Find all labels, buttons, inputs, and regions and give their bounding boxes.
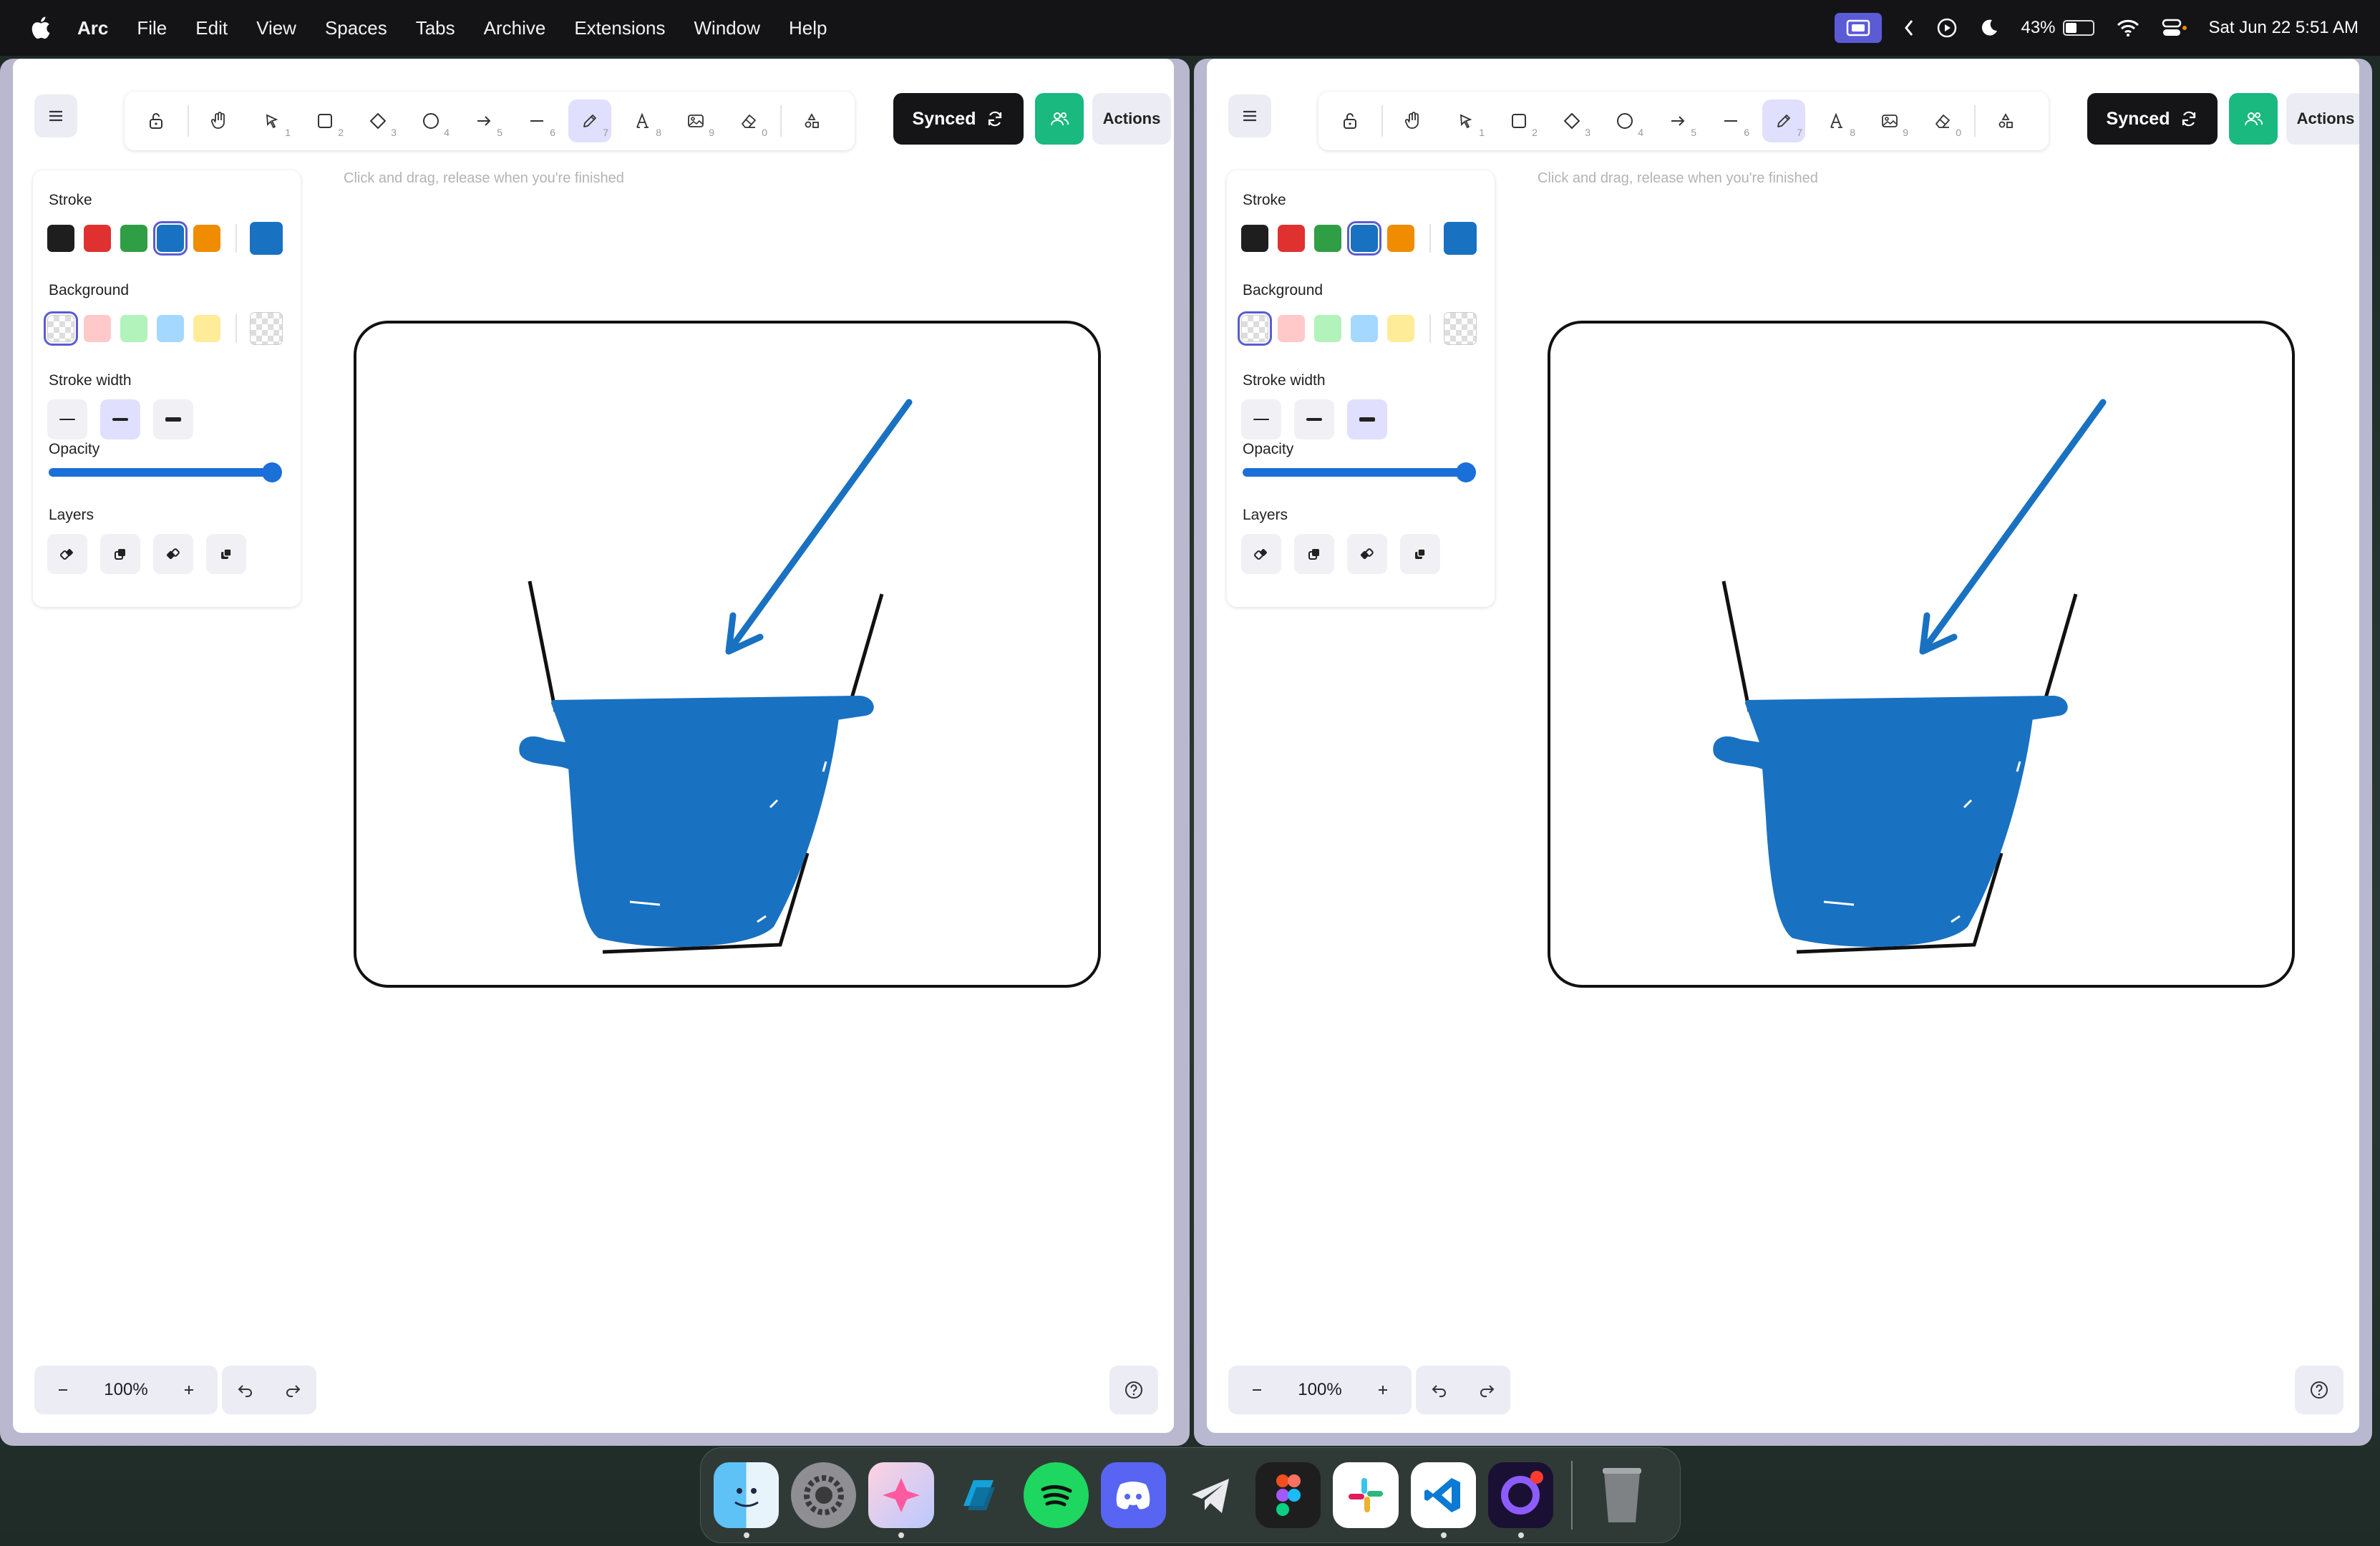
menu-extensions[interactable]: Extensions	[574, 17, 665, 39]
zoom-in-button[interactable]	[175, 1383, 203, 1397]
pixelmator-icon[interactable]	[868, 1462, 934, 1538]
battery-icon	[2062, 20, 2094, 36]
battery-indicator[interactable]: 43%	[2021, 18, 2094, 38]
undo-icon[interactable]	[236, 1381, 255, 1399]
zoom-out-button[interactable]	[1243, 1383, 1271, 1397]
zoom-controls: 100%	[34, 1366, 218, 1414]
slack-icon[interactable]	[1333, 1462, 1399, 1528]
drawing-canvas[interactable]: 1 2 3 4 5 6 7 8 9 0 Synced Actions Click…	[1207, 59, 2359, 1433]
plus-icon	[1378, 1386, 1387, 1394]
menu-file[interactable]: File	[137, 17, 167, 39]
menu-window[interactable]: Window	[694, 17, 760, 39]
zoom-out-button[interactable]	[49, 1383, 77, 1397]
menu-bar: Arc File Edit View Spaces Tabs Archive E…	[0, 0, 2380, 56]
help-button[interactable]	[1109, 1366, 1158, 1414]
help-icon	[1125, 1381, 1142, 1399]
drawn-cup-right-line[interactable]	[848, 593, 884, 704]
redo-icon[interactable]	[1477, 1381, 1496, 1399]
minus-icon	[59, 1389, 67, 1391]
drawn-cup-right-line[interactable]	[2042, 593, 2078, 704]
zoom-controls: 100%	[1228, 1366, 1412, 1414]
arc-icon[interactable]	[1487, 1462, 1553, 1538]
redo-icon[interactable]	[283, 1381, 302, 1399]
menu-app-name[interactable]: Arc	[77, 17, 108, 39]
moon-icon[interactable]	[1979, 18, 1999, 38]
arc-window-left: 1 2 3 4 5 6 7 8 9 0 Synced Actions Click…	[0, 59, 1190, 1446]
discord-icon[interactable]	[1100, 1462, 1167, 1528]
apple-icon[interactable]	[27, 14, 56, 42]
plus-icon	[184, 1386, 193, 1394]
menubar-clock[interactable]: Sat Jun 22 5:51 AM	[2209, 18, 2359, 38]
battery-percent: 43%	[2021, 18, 2056, 37]
drawn-arrow[interactable]	[725, 399, 913, 655]
play-circle-icon[interactable]	[1936, 17, 1958, 39]
canvas-drawing	[1548, 321, 2295, 988]
zoom-in-button[interactable]	[1369, 1383, 1397, 1397]
arc-window-right: 1 2 3 4 5 6 7 8 9 0 Synced Actions Click…	[1194, 59, 2372, 1446]
trash-icon[interactable]	[1590, 1462, 1655, 1528]
control-center-icon[interactable]	[2162, 18, 2187, 38]
dock-divider	[1570, 1461, 1573, 1530]
menu-help[interactable]: Help	[789, 17, 827, 39]
menu-edit[interactable]: Edit	[195, 17, 228, 39]
system-settings-icon[interactable]	[791, 1462, 857, 1528]
figma-icon[interactable]	[1255, 1462, 1321, 1528]
status-area: 43% Sat Jun 22 5:51 AM	[1835, 0, 2359, 56]
help-button[interactable]	[2295, 1366, 2343, 1414]
spotify-icon[interactable]	[1023, 1462, 1089, 1528]
undo-icon[interactable]	[1430, 1381, 1449, 1399]
help-icon	[2311, 1381, 2328, 1399]
menu-spaces[interactable]: Spaces	[325, 17, 387, 39]
zoom-level[interactable]: 100%	[1298, 1380, 1341, 1400]
history-controls	[222, 1366, 316, 1414]
drawn-cup-left-line[interactable]	[528, 580, 558, 712]
drawn-blue-fill[interactable]	[1713, 696, 2068, 947]
history-controls	[1416, 1366, 1510, 1414]
dock	[700, 1447, 1681, 1543]
chevron-left-icon[interactable]	[1903, 19, 1915, 37]
finder-icon[interactable]	[714, 1462, 779, 1538]
minus-icon	[1253, 1389, 1261, 1391]
menu-archive[interactable]: Archive	[484, 17, 546, 39]
vscode-icon[interactable]	[1410, 1462, 1476, 1538]
zoom-level[interactable]: 100%	[104, 1380, 147, 1400]
drawn-arrow[interactable]	[1919, 399, 2107, 655]
menu-view[interactable]: View	[256, 17, 296, 39]
files-icon[interactable]	[946, 1462, 1011, 1528]
menu-tabs[interactable]: Tabs	[416, 17, 455, 39]
canvas-drawing	[354, 321, 1101, 988]
telegram-icon[interactable]	[1178, 1462, 1243, 1528]
drawing-canvas[interactable]: 1 2 3 4 5 6 7 8 9 0 Synced Actions Click…	[13, 59, 1174, 1433]
drawn-cup-left-line[interactable]	[1721, 580, 1752, 712]
wifi-icon[interactable]	[2116, 19, 2140, 37]
drawn-blue-fill[interactable]	[519, 696, 874, 947]
stage-manager-icon[interactable]	[1835, 13, 1883, 43]
